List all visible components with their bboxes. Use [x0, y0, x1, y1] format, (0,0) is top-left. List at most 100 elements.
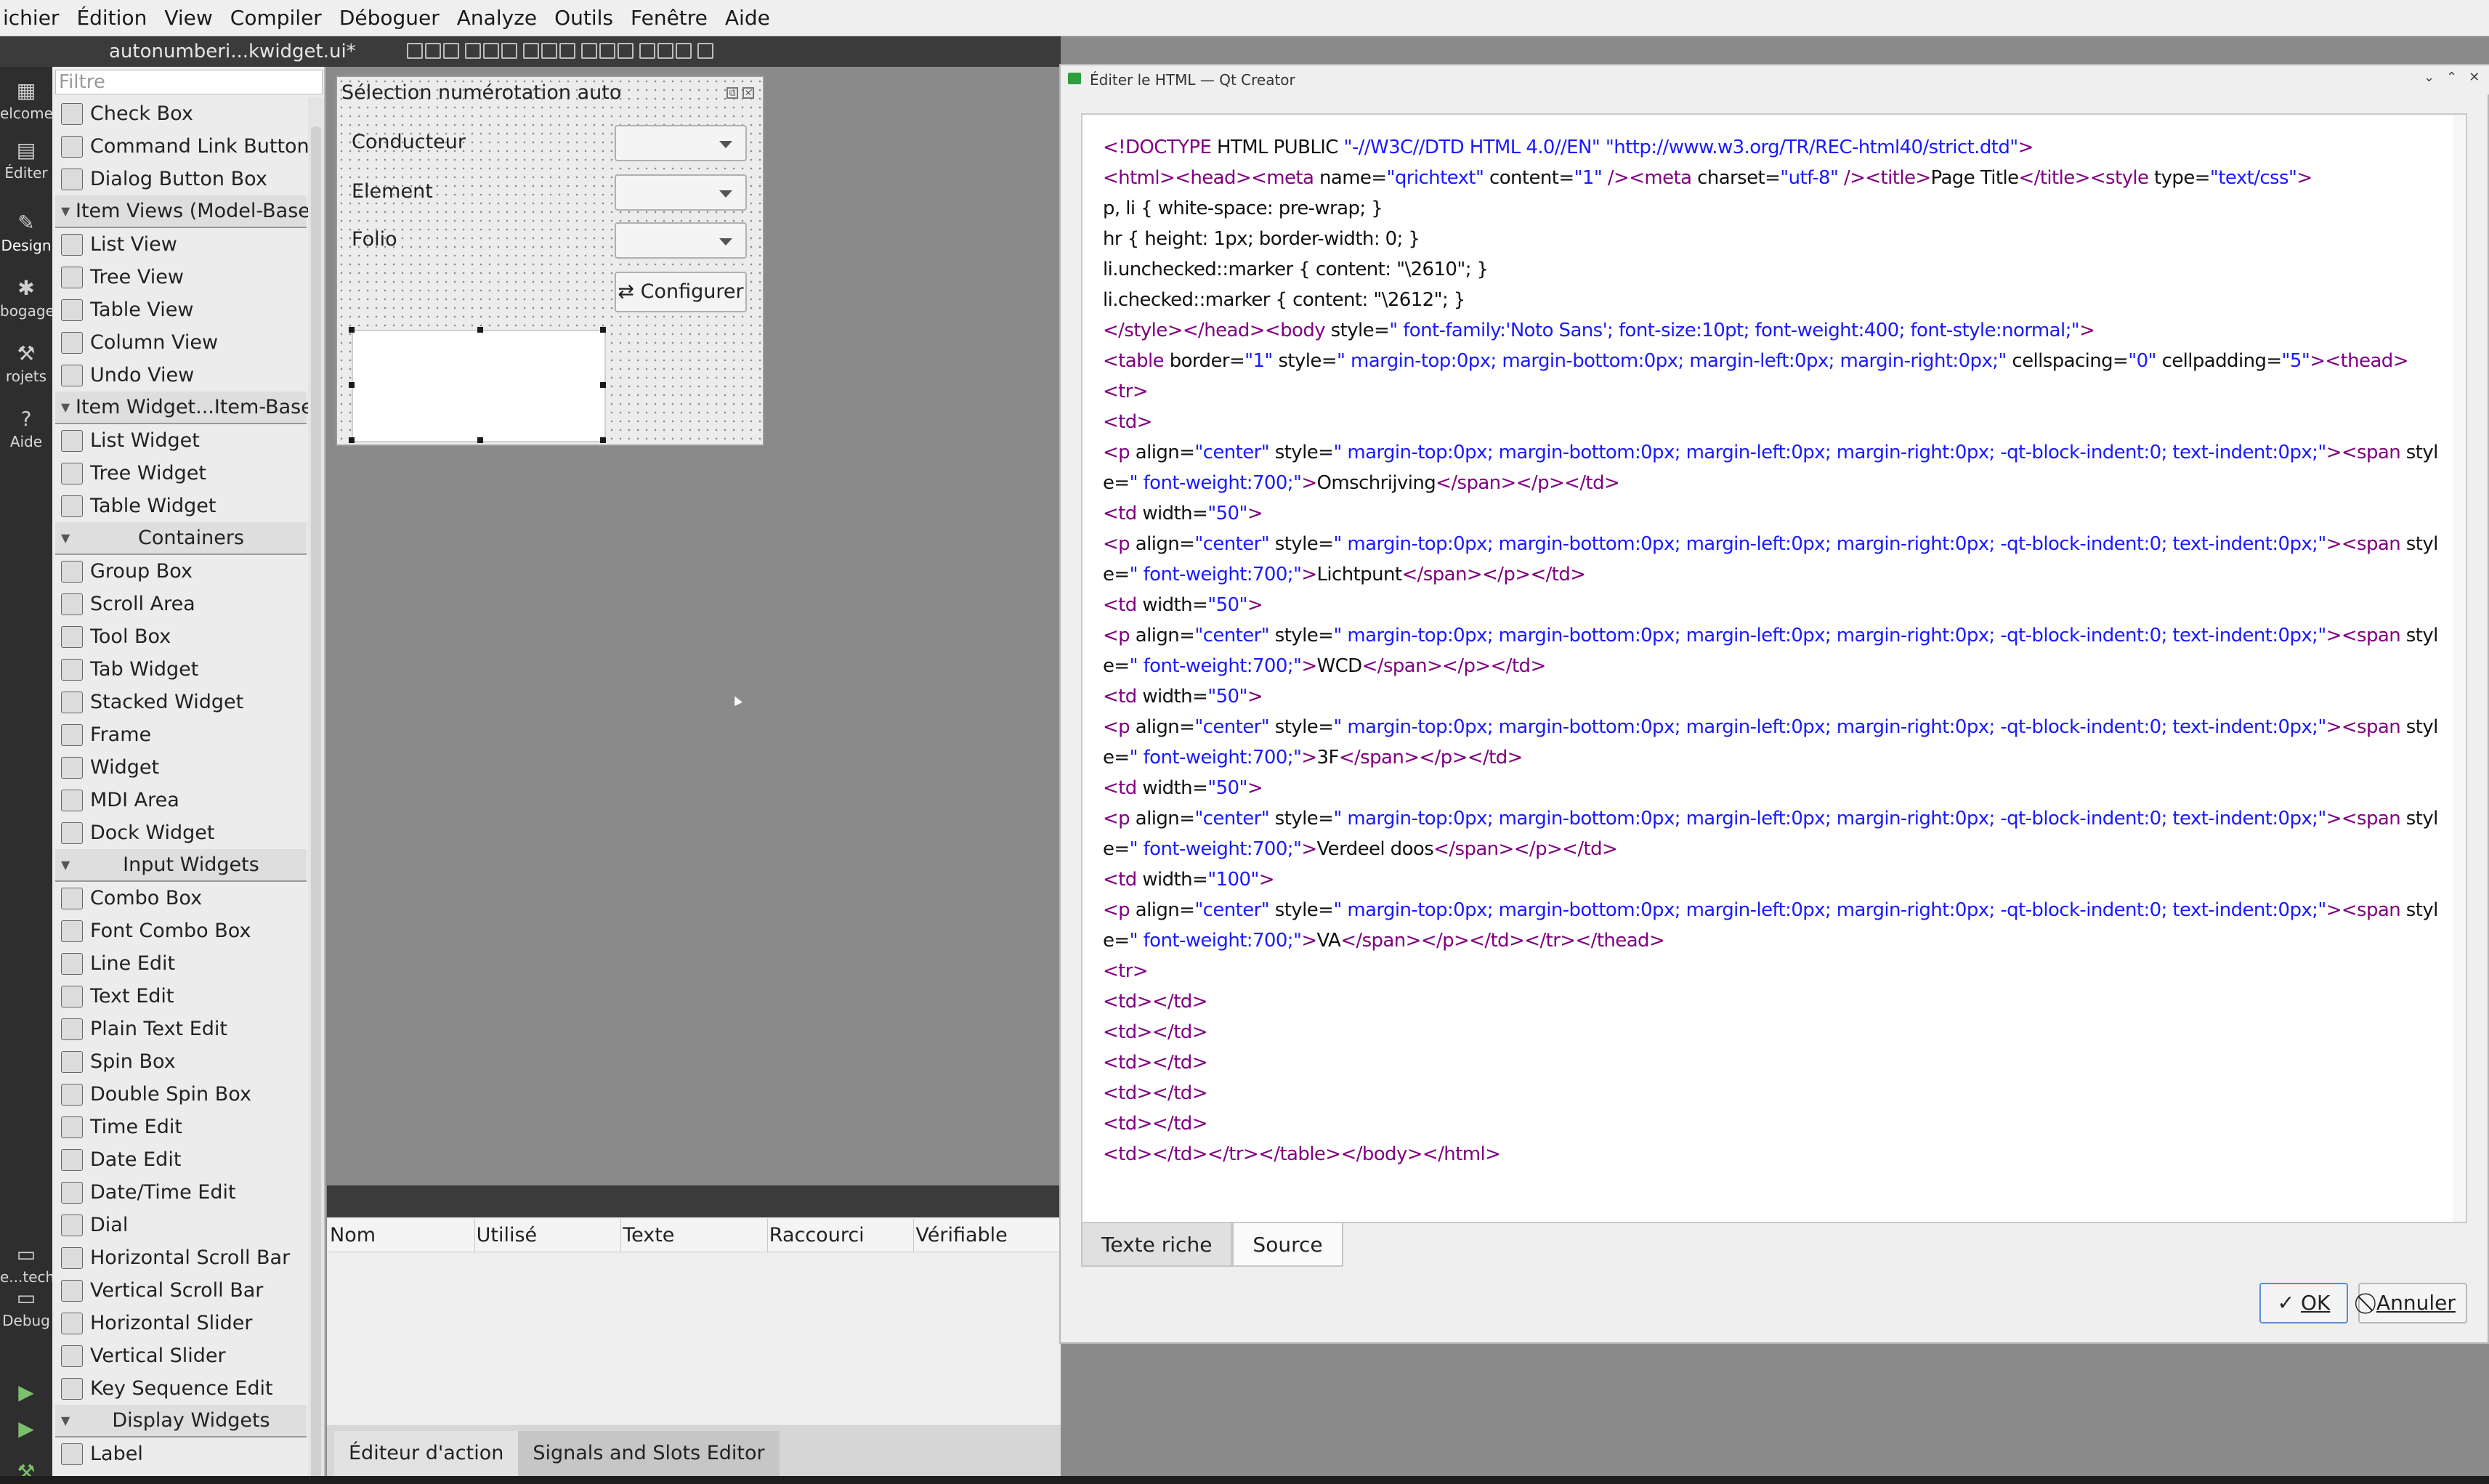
cancel-button[interactable]: ⃠ Annuler	[2358, 1283, 2467, 1323]
column-header[interactable]: Raccourci	[768, 1219, 915, 1252]
menu-item[interactable]: Analyze	[448, 6, 546, 30]
layout-icon[interactable]	[465, 43, 481, 59]
widget-item[interactable]: Spin Box	[55, 1045, 307, 1078]
element-combo[interactable]	[615, 174, 747, 211]
layout-icon[interactable]	[639, 43, 655, 59]
widget-item[interactable]: Line Edit	[55, 947, 307, 980]
open-file-name[interactable]: autonumberi...kwidget.ui*	[109, 41, 356, 62]
widget-item[interactable]: List View	[55, 228, 307, 261]
widget-item[interactable]: Widget	[55, 751, 307, 784]
column-header[interactable]: Vérifiable	[914, 1219, 1061, 1252]
widget-item[interactable]: Column View	[55, 326, 307, 359]
layout-icon[interactable]	[676, 43, 692, 59]
widget-item[interactable]: Text Edit	[55, 980, 307, 1013]
close-icon[interactable]: ✕	[742, 87, 754, 99]
mode-bug[interactable]: ✱ bogage	[0, 277, 52, 320]
mode-monitor[interactable]: ▭ Debug	[0, 1287, 52, 1330]
widget-category[interactable]: ▼ Input Widgets	[55, 849, 307, 882]
widget-item[interactable]: Table View	[55, 293, 307, 326]
layout-icon[interactable]	[541, 43, 557, 59]
widget-item[interactable]: Group Box	[55, 555, 307, 588]
layout-icon[interactable]	[501, 43, 517, 59]
menu-item[interactable]: Fenêtre	[622, 6, 716, 30]
resize-handle[interactable]	[600, 327, 606, 333]
collapse-arrow-icon[interactable]: ▼	[61, 400, 70, 414]
layout-icon[interactable]	[599, 43, 615, 59]
selected-text-browser[interactable]	[349, 327, 606, 443]
minimize-icon[interactable]: ⌄	[2424, 70, 2435, 85]
layout-icon[interactable]	[618, 43, 634, 59]
widget-item[interactable]: Horizontal Scroll Bar	[55, 1241, 307, 1274]
widget-item[interactable]: Check Box	[55, 97, 307, 130]
widget-item[interactable]: Scroll Area	[55, 588, 307, 620]
widget-item[interactable]: Frame	[55, 718, 307, 751]
resize-handle[interactable]	[349, 382, 355, 388]
widget-item[interactable]: Dock Widget	[55, 816, 307, 849]
widget-box-scrollbar[interactable]	[308, 97, 324, 1484]
editor-scrollbar[interactable]	[2453, 115, 2466, 1222]
action-table-body[interactable]	[328, 1253, 1061, 1424]
folio-combo[interactable]	[615, 222, 747, 259]
close-icon[interactable]: ✕	[2469, 70, 2480, 85]
mode-pencil[interactable]: ✎ Design	[0, 212, 52, 255]
widget-item[interactable]: Vertical Scroll Bar	[55, 1274, 307, 1307]
menu-item[interactable]: Aide	[716, 6, 779, 30]
column-header[interactable]: Utilisé	[475, 1219, 622, 1252]
collapse-arrow-icon[interactable]: ▼	[61, 1414, 70, 1427]
layout-icon[interactable]	[443, 43, 459, 59]
mode-help[interactable]: ? Aide	[0, 408, 52, 451]
layout-icon[interactable]	[697, 43, 713, 59]
widget-item[interactable]: Tool Box	[55, 620, 307, 653]
widget-category[interactable]: ▼ Display Widgets	[55, 1405, 307, 1438]
widget-item[interactable]: List Widget	[55, 424, 307, 457]
widget-item[interactable]: Dialog Button Box	[55, 163, 307, 195]
widget-item[interactable]: Stacked Widget	[55, 686, 307, 718]
layout-icon[interactable]	[657, 43, 673, 59]
collapse-arrow-icon[interactable]: ▼	[61, 204, 70, 218]
widget-item[interactable]: Tree Widget	[55, 457, 307, 490]
menu-item[interactable]: Compiler	[222, 6, 331, 30]
layout-icon[interactable]	[483, 43, 499, 59]
widget-item[interactable]: Table Widget	[55, 490, 307, 522]
layout-icon[interactable]	[407, 43, 423, 59]
collapse-arrow-icon[interactable]: ▼	[61, 858, 70, 872]
conducteur-combo[interactable]	[615, 125, 747, 161]
menu-item[interactable]: View	[155, 6, 221, 30]
widget-item[interactable]: Tab Widget	[55, 653, 307, 686]
widget-category[interactable]: ▼ Item Widget...Item-Based)	[55, 392, 324, 424]
widget-item[interactable]: Vertical Slider	[55, 1339, 307, 1372]
tab-action-editor[interactable]: Éditeur d'action	[334, 1431, 519, 1476]
menu-item[interactable]: Déboguer	[331, 6, 448, 30]
widget-category[interactable]: ▼ Item Views (Model-Based)	[55, 195, 324, 228]
widget-item[interactable]: Undo View	[55, 359, 307, 392]
widget-item[interactable]: Double Spin Box	[55, 1078, 307, 1111]
widget-item[interactable]: Tree View	[55, 261, 307, 293]
tab-signals-slots[interactable]: Signals and Slots Editor	[518, 1431, 780, 1476]
widget-category[interactable]: ▼ Containers	[55, 522, 307, 555]
widget-item[interactable]: Key Sequence Edit	[55, 1372, 307, 1405]
mode-edit[interactable]: ▤ Éditer	[0, 139, 52, 182]
widget-item[interactable]: Horizontal Slider	[55, 1307, 307, 1339]
widget-item[interactable]: Time Edit	[55, 1111, 307, 1143]
widget-item[interactable]: MDI Area	[55, 784, 307, 816]
tab-rich-text[interactable]: Texte riche	[1081, 1223, 1233, 1267]
restore-icon[interactable]: ⧉	[727, 87, 738, 99]
widget-item[interactable]: Command Link Button	[55, 130, 309, 163]
column-header[interactable]: Nom	[328, 1219, 475, 1252]
widget-item[interactable]: Combo Box	[55, 882, 307, 915]
menu-item[interactable]: ichier	[0, 6, 68, 30]
resize-handle[interactable]	[349, 327, 355, 333]
layout-icon[interactable]	[559, 43, 575, 59]
menu-item[interactable]: Outils	[546, 6, 622, 30]
html-source-code[interactable]: <!DOCTYPE HTML PUBLIC "-//W3C//DTD HTML …	[1103, 132, 2444, 1169]
resize-handle[interactable]	[600, 437, 606, 443]
widget-item[interactable]: Date/Time Edit	[55, 1176, 307, 1209]
collapse-arrow-icon[interactable]: ▼	[61, 531, 70, 545]
tab-source[interactable]: Source	[1232, 1223, 1343, 1267]
resize-handle[interactable]	[477, 437, 483, 443]
debug-run-button[interactable]: ▶	[0, 1418, 52, 1443]
column-header[interactable]: Texte	[621, 1219, 768, 1252]
resize-handle[interactable]	[349, 437, 355, 443]
widget-item[interactable]: Dial	[55, 1209, 307, 1241]
widget-item[interactable]: Font Combo Box	[55, 915, 307, 947]
